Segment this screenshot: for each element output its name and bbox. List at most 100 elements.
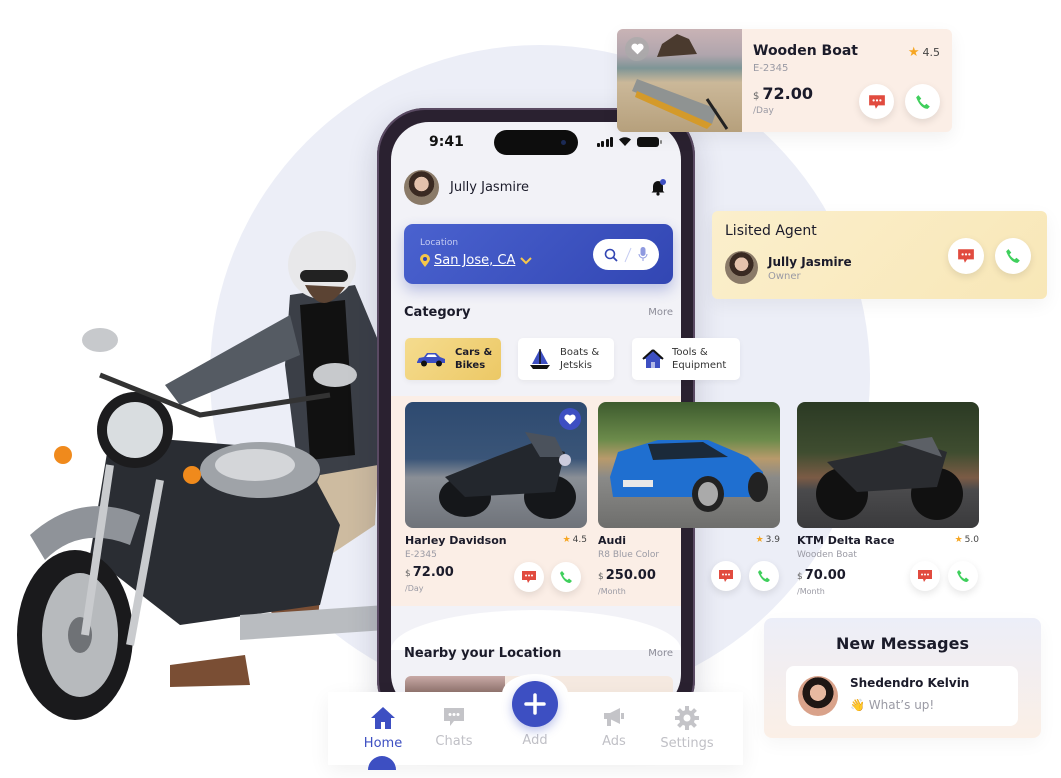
boat-image[interactable] <box>617 29 742 132</box>
rating-value: 3.9 <box>765 535 780 545</box>
agent-avatar[interactable] <box>725 251 758 284</box>
nav-ads[interactable]: Ads <box>579 706 649 749</box>
currency: $ <box>797 572 803 582</box>
search-icon[interactable] <box>604 248 618 262</box>
call-button[interactable] <box>551 562 581 592</box>
location-value: San Jose, CA <box>434 253 516 268</box>
listing-card[interactable]: Audi R8 Blue Color ★ 3.9 $250.00 /Month <box>598 402 780 597</box>
star-icon: ★ <box>562 535 571 545</box>
nav-settings[interactable]: Settings <box>652 706 722 751</box>
dynamic-island <box>494 130 578 155</box>
call-button[interactable] <box>905 84 940 119</box>
chip-label-line2: Equipment <box>672 360 727 371</box>
rating-value: 4.5 <box>572 535 587 545</box>
nav-label: Home <box>363 736 403 751</box>
new-messages-card: New Messages Shedendro Kelvin 👋 What’s u… <box>764 618 1041 738</box>
listing-period: /Month <box>598 587 626 596</box>
nav-chats[interactable]: Chats <box>419 706 489 749</box>
message-item[interactable]: Shedendro Kelvin 👋 What’s up! <box>786 666 1018 726</box>
listing-card[interactable]: KTM Delta Race Wooden Boat ★ 5.0 $70.00 /… <box>797 402 979 597</box>
currency: $ <box>598 572 604 582</box>
chat-button[interactable] <box>711 561 741 591</box>
price-value: 70.00 <box>804 568 846 583</box>
chat-button[interactable] <box>910 561 940 591</box>
listing-image-ktm[interactable] <box>797 402 979 528</box>
chip-label-line1: Boats & <box>560 347 600 358</box>
chat-bubble-icon <box>522 571 536 583</box>
call-button[interactable] <box>749 561 779 591</box>
price-value: 72.00 <box>412 565 454 580</box>
agent-name: Jully Jasmire <box>768 255 852 269</box>
add-button[interactable] <box>512 681 558 727</box>
signal-icon <box>596 136 613 147</box>
search-voice-button[interactable] <box>593 239 659 270</box>
sailboat-icon <box>530 349 550 369</box>
price-value: 250.00 <box>605 568 656 583</box>
listing-image-harley[interactable] <box>405 402 587 528</box>
listing-price: $72.00 <box>405 565 454 580</box>
listing-subtitle: Wooden Boat <box>797 550 857 560</box>
listed-agent-card: Lisited Agent Jully Jasmire Owner <box>712 211 1047 299</box>
phone-icon <box>560 571 572 583</box>
microphone-icon[interactable] <box>638 247 648 262</box>
messages-title: New Messages <box>835 634 970 653</box>
heart-icon <box>630 43 644 55</box>
nav-add[interactable]: Add <box>500 733 570 748</box>
listing-subtitle: R8 Blue Color <box>598 550 660 560</box>
listing-rating: ★ 4.5 <box>563 535 587 545</box>
message-text: What’s up! <box>868 698 935 712</box>
nav-home[interactable]: Home <box>348 706 418 751</box>
chat-bubble-icon <box>868 94 885 109</box>
status-time: 9:41 <box>429 134 464 150</box>
chip-label-line1: Tools & <box>672 347 708 358</box>
call-button[interactable] <box>995 238 1031 274</box>
chevron-down-icon <box>520 256 533 264</box>
favorite-button[interactable] <box>625 37 649 61</box>
category-more-link[interactable]: More <box>648 307 673 318</box>
nearby-title: Nearby your Location <box>404 646 562 661</box>
user-header: Jully Jasmire <box>404 170 529 205</box>
phone-icon <box>758 570 770 582</box>
car-icon <box>417 353 445 367</box>
plus-icon <box>524 693 546 715</box>
listing-rating: ★ 4.5 <box>908 45 940 60</box>
location-selector[interactable]: San Jose, CA <box>420 253 533 268</box>
user-name: Jully Jasmire <box>450 180 530 195</box>
avatar[interactable] <box>404 170 439 205</box>
listing-name: Wooden Boat <box>753 43 858 59</box>
listing-subtitle: E-2345 <box>405 550 437 560</box>
chat-bubble-icon <box>918 570 932 582</box>
agent-role: Owner <box>768 271 801 282</box>
phone-icon <box>957 570 969 582</box>
house-icon <box>642 349 664 368</box>
chat-icon <box>444 708 464 726</box>
chat-button[interactable] <box>859 84 894 119</box>
category-chip-tools-equipment[interactable]: Tools & Equipment <box>632 338 740 380</box>
sender-name: Shedendro Kelvin <box>850 676 970 690</box>
rating-value: 4.5 <box>922 46 941 59</box>
category-chip-boats-jetskis[interactable]: Boats & Jetskis <box>518 338 614 380</box>
star-icon: ★ <box>907 45 920 60</box>
wifi-icon <box>619 137 631 146</box>
nearby-more-link[interactable]: More <box>648 648 673 659</box>
nav-label: Ads <box>602 734 626 749</box>
listing-price: $70.00 <box>797 568 846 583</box>
agent-card-title: Lisited Agent <box>725 223 817 239</box>
notification-bell-icon[interactable] <box>649 178 667 196</box>
listing-image-audi[interactable] <box>598 402 780 528</box>
listing-card[interactable]: Harley Davidson E-2345 ★ 4.5 $72.00 /Day <box>405 402 587 597</box>
chat-button[interactable] <box>948 238 984 274</box>
star-icon: ★ <box>755 535 764 545</box>
category-title: Category <box>404 305 471 320</box>
heart-icon <box>564 414 576 424</box>
listing-name: KTM Delta Race <box>797 534 895 547</box>
gear-icon <box>675 706 699 730</box>
waving-hand-icon: 👋 <box>850 698 865 712</box>
call-button[interactable] <box>948 561 978 591</box>
favorite-button[interactable] <box>559 408 581 430</box>
listing-rating: ★ 3.9 <box>756 535 780 545</box>
status-icons <box>596 136 662 147</box>
category-chip-cars-bikes[interactable]: Cars & Bikes <box>405 338 501 380</box>
featured-listing-card[interactable]: Wooden Boat E-2345 $72.00 /Day ★ 4.5 <box>617 29 952 132</box>
chat-button[interactable] <box>514 562 544 592</box>
